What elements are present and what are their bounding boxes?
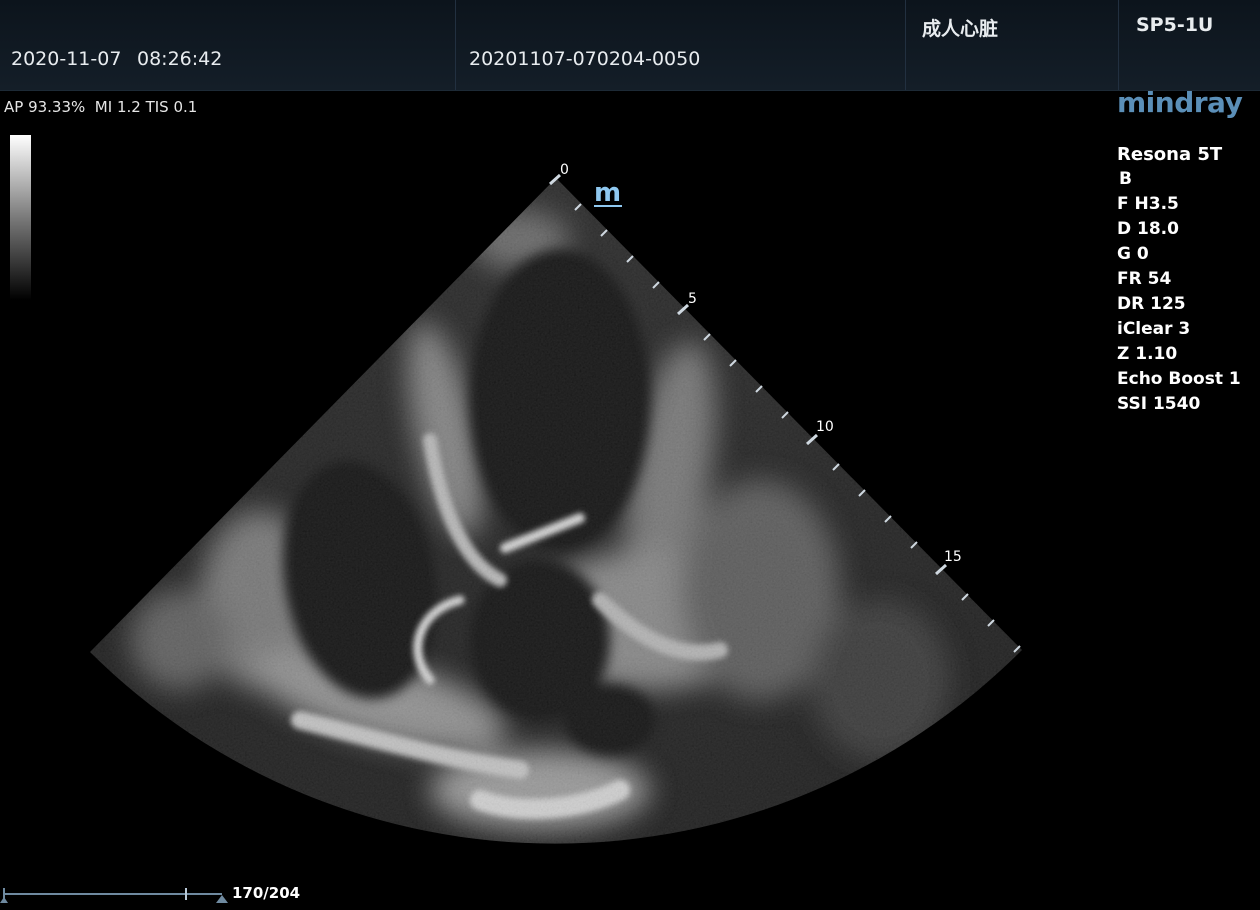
- sector-field: [90, 178, 1022, 844]
- cine-start-marker-icon: [0, 897, 8, 903]
- depth-label-10: 10: [816, 419, 834, 435]
- ultrasound-image[interactable]: 0 5 10 15 m: [0, 0, 1260, 910]
- depth-label-0: 0: [560, 162, 569, 178]
- cine-end-marker-icon: [216, 895, 228, 903]
- depth-label-15: 15: [944, 549, 962, 565]
- orientation-marker-icon: m: [594, 178, 621, 208]
- frame-counter: 170/204: [232, 884, 301, 902]
- depth-label-5: 5: [688, 291, 697, 307]
